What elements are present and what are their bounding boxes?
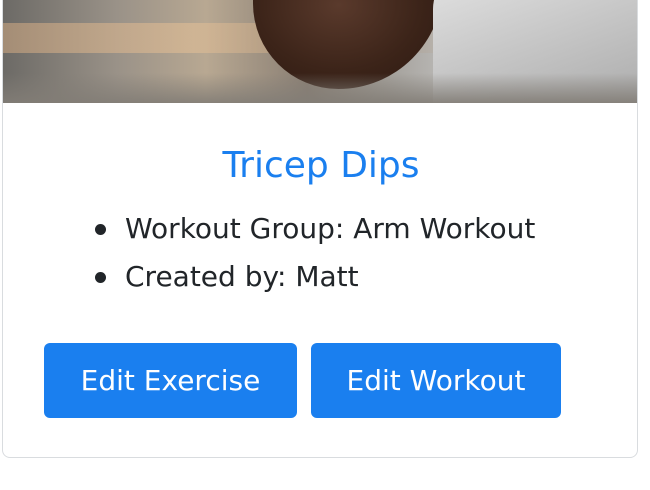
exercise-photo: [3, 0, 637, 103]
photo-floor: [3, 73, 637, 103]
created-by-item: Created by: Matt: [91, 253, 535, 301]
exercise-title: Tricep Dips: [222, 145, 420, 186]
created-by-text: Created by: Matt: [125, 260, 359, 293]
exercise-card: Tricep Dips Workout Group: Arm Workout C…: [2, 0, 638, 458]
bullet-icon: [95, 224, 106, 235]
workout-group-item: Workout Group: Arm Workout: [91, 205, 535, 253]
bullet-icon: [95, 272, 106, 283]
workout-group-text: Workout Group: Arm Workout: [125, 212, 536, 245]
edit-exercise-button[interactable]: Edit Exercise: [44, 343, 297, 418]
edit-workout-button[interactable]: Edit Workout: [311, 343, 561, 418]
exercise-details: Workout Group: Arm Workout Created by: M…: [91, 205, 535, 301]
